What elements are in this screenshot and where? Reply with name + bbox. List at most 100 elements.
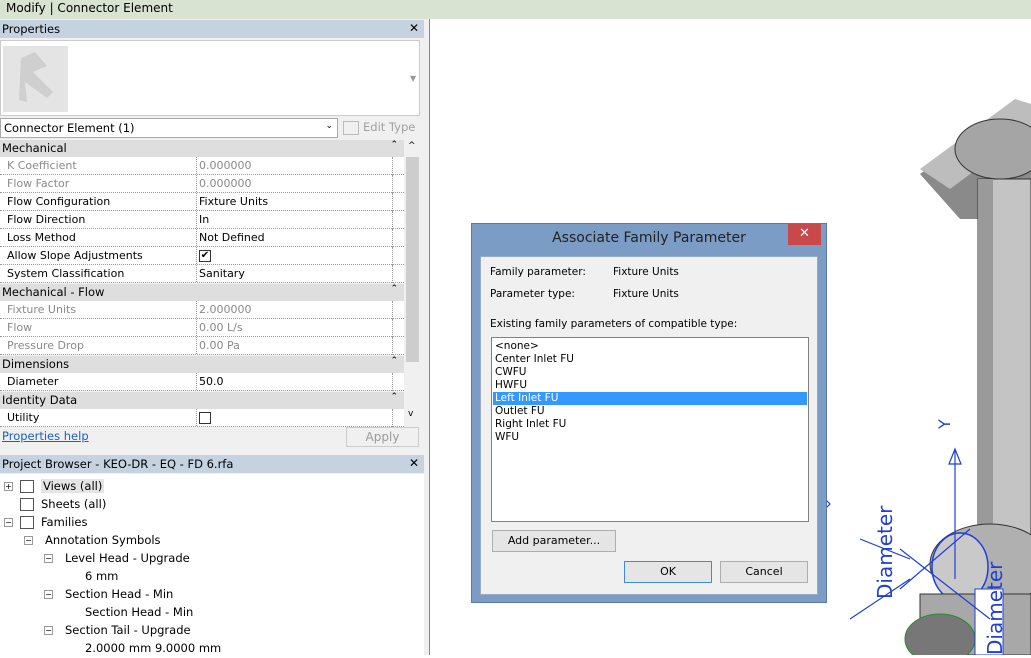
- tree-item[interactable]: Section Head - Min: [65, 587, 173, 601]
- property-value-cell[interactable]: 50.0: [196, 373, 224, 390]
- expand-toggle-icon[interactable]: −: [4, 518, 13, 527]
- project-browser-tree: + Views (all) Sheets (all) − Families − Annota…: [0, 474, 424, 655]
- diameter-dimension-label[interactable]: Diameter: [983, 561, 1007, 655]
- property-row[interactable]: Diameter 50.0: [0, 373, 392, 391]
- project-browser-header: Project Browser - KEO-DR - EQ - FD 6.rfa…: [0, 455, 424, 473]
- tree-item[interactable]: 2.0000 mm 9.0000 mm: [85, 641, 221, 655]
- property-row[interactable]: Flow Configuration Fixture Units: [0, 193, 392, 211]
- expand-toggle-icon[interactable]: −: [24, 536, 33, 545]
- property-row[interactable]: System Classification Sanitary: [0, 265, 392, 283]
- property-group-header[interactable]: Mechanical - Flow ⌃: [0, 284, 404, 301]
- expand-toggle-icon[interactable]: +: [4, 482, 13, 491]
- tree-item[interactable]: 6 mm: [85, 569, 118, 583]
- property-value: Sanitary: [199, 267, 245, 280]
- list-item[interactable]: HWFU: [493, 379, 807, 392]
- close-icon[interactable]: ✕: [409, 456, 419, 470]
- associate-parameter-button[interactable]: [392, 319, 404, 337]
- property-value: Not Defined: [199, 231, 265, 244]
- list-item[interactable]: CWFU: [493, 366, 807, 379]
- property-value-cell[interactable]: ✔: [196, 247, 211, 264]
- associate-parameter-button[interactable]: [392, 157, 404, 175]
- checkbox[interactable]: ✔: [199, 250, 211, 262]
- list-item[interactable]: <none>: [493, 340, 807, 353]
- associate-parameter-button[interactable]: [392, 247, 404, 265]
- project-browser-title: Project Browser - KEO-DR - EQ - FD 6.rfa: [2, 457, 234, 471]
- property-row[interactable]: Flow Direction In: [0, 211, 392, 229]
- collapse-icon[interactable]: ⌃: [390, 392, 398, 402]
- associate-parameter-button[interactable]: [392, 301, 404, 319]
- associate-parameter-button[interactable]: [392, 409, 404, 427]
- property-value-cell[interactable]: Sanitary: [196, 265, 245, 282]
- associate-parameter-button[interactable]: [392, 193, 404, 211]
- tree-item[interactable]: Views (all): [41, 479, 105, 493]
- expand-toggle-icon[interactable]: −: [44, 590, 53, 599]
- parameter-listbox[interactable]: <none> Center Inlet FU CWFU HWFU Left Inlet …: [491, 337, 809, 522]
- property-value-cell[interactable]: Not Defined: [196, 229, 265, 246]
- type-selector[interactable]: Connector Element (1) ⌄: [0, 118, 338, 138]
- collapse-icon[interactable]: ⌃: [390, 140, 398, 150]
- add-parameter-button[interactable]: Add parameter...: [492, 530, 616, 552]
- family-parameter-value: Fixture Units: [613, 266, 679, 278]
- property-value-cell[interactable]: [196, 409, 211, 426]
- tree-item[interactable]: Sheets (all): [41, 497, 106, 511]
- expand-toggle-icon[interactable]: −: [44, 554, 53, 563]
- edit-type-button[interactable]: Edit Type: [343, 118, 415, 135]
- chevron-down-icon[interactable]: ▼: [410, 74, 416, 83]
- property-name: Diameter: [7, 375, 59, 388]
- list-item[interactable]: Center Inlet FU: [493, 353, 807, 366]
- title-text: Modify | Connector Element: [6, 1, 173, 15]
- list-item[interactable]: WFU: [493, 431, 807, 444]
- property-name: Utility: [7, 411, 40, 424]
- scroll-down-icon[interactable]: v: [408, 409, 413, 419]
- associate-parameter-button[interactable]: [392, 229, 404, 247]
- property-row[interactable]: Utility: [0, 409, 392, 427]
- properties-help-link[interactable]: Properties help: [2, 429, 89, 443]
- property-row[interactable]: Pressure Drop 0.00 Pa: [0, 337, 392, 355]
- list-item[interactable]: Outlet FU: [493, 405, 807, 418]
- property-value-cell[interactable]: Fixture Units: [196, 193, 268, 210]
- property-row[interactable]: K Coefficient 0.000000: [0, 157, 392, 175]
- tree-item[interactable]: Families: [41, 515, 87, 529]
- property-row[interactable]: Allow Slope Adjustments ✔: [0, 247, 392, 265]
- apply-button[interactable]: Apply: [346, 427, 419, 447]
- collapse-icon[interactable]: ⌃: [390, 284, 398, 294]
- tree-item[interactable]: Section Head - Min: [85, 605, 193, 619]
- property-row[interactable]: Fixture Units 2.000000: [0, 301, 392, 319]
- cancel-button[interactable]: Cancel: [720, 561, 808, 583]
- property-name: Fixture Units: [7, 303, 77, 316]
- property-row[interactable]: Loss Method Not Defined: [0, 229, 392, 247]
- associate-parameter-button[interactable]: [392, 373, 404, 391]
- associate-parameter-button[interactable]: [392, 337, 404, 355]
- expand-toggle-icon[interactable]: −: [44, 626, 53, 635]
- context-title-bar: Modify | Connector Element: [0, 0, 1031, 19]
- property-value-cell[interactable]: In: [196, 211, 209, 228]
- property-value-cell[interactable]: 0.000000: [196, 175, 252, 192]
- ok-button[interactable]: OK: [624, 561, 712, 583]
- close-icon[interactable]: ✕: [409, 21, 419, 35]
- property-group-header[interactable]: Identity Data ⌃: [0, 392, 404, 409]
- property-value-cell[interactable]: 0.00 L/s: [196, 319, 243, 336]
- checkbox[interactable]: [199, 412, 211, 424]
- property-row[interactable]: Flow Factor 0.000000: [0, 175, 392, 193]
- list-item[interactable]: Left Inlet FU: [493, 392, 807, 405]
- property-value-cell[interactable]: 0.000000: [196, 157, 252, 174]
- property-value: 2.000000: [199, 303, 252, 316]
- tree-item[interactable]: Level Head - Upgrade: [65, 551, 190, 565]
- associate-parameter-button[interactable]: [392, 265, 404, 283]
- families-icon: [20, 516, 34, 529]
- associate-parameter-button[interactable]: [392, 211, 404, 229]
- list-item[interactable]: Right Inlet FU: [493, 418, 807, 431]
- tree-item[interactable]: Section Tail - Upgrade: [65, 623, 191, 637]
- property-group-header[interactable]: Mechanical ⌃: [0, 140, 404, 157]
- tree-item[interactable]: Annotation Symbols: [45, 533, 161, 547]
- property-row[interactable]: Flow 0.00 L/s: [0, 319, 392, 337]
- diameter-dimension-label[interactable]: Diameter: [873, 505, 897, 599]
- property-group-header[interactable]: Dimensions ⌃: [0, 356, 404, 373]
- close-icon[interactable]: ✕: [788, 224, 821, 245]
- property-value-cell[interactable]: 2.000000: [196, 301, 252, 318]
- scroll-up-icon[interactable]: ^: [408, 141, 416, 151]
- collapse-icon[interactable]: ⌃: [390, 356, 398, 366]
- associate-parameter-button[interactable]: [392, 175, 404, 193]
- scrollbar-thumb[interactable]: [406, 157, 419, 362]
- property-value-cell[interactable]: 0.00 Pa: [196, 337, 240, 354]
